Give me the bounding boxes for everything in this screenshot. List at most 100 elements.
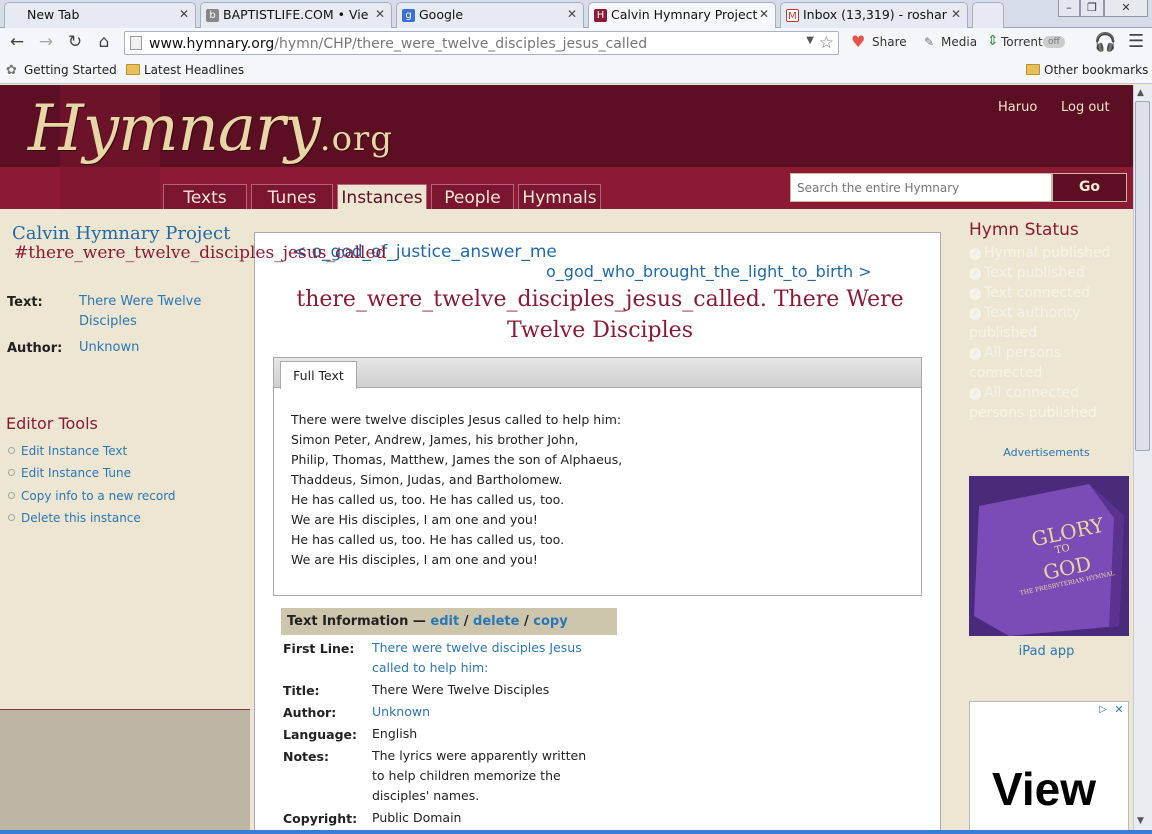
logout-link[interactable]: Log out: [1061, 100, 1110, 115]
torrent-button[interactable]: Torrent: [1001, 35, 1043, 49]
text-label: Text:: [7, 295, 43, 310]
status-label: Text published: [984, 265, 1085, 281]
edit-instance-text-link[interactable]: Edit Instance Text: [8, 444, 127, 458]
close-icon[interactable]: ✕: [375, 7, 385, 21]
logo-suffix: .org: [319, 119, 394, 159]
copy-info-link[interactable]: Copy info to a new record: [8, 489, 176, 503]
status-item: ✓ All connected persons published: [969, 383, 1129, 423]
menu-icon[interactable]: ☰: [1128, 31, 1144, 52]
scrollbar-thumb[interactable]: [1135, 101, 1150, 451]
browser-tab-gmail[interactable]: M Inbox (13,319) - roshar ✕: [780, 2, 968, 28]
lyric-line: He has called us, too. He has called us,…: [291, 492, 565, 507]
dropdown-arrow-icon[interactable]: ▼: [806, 35, 814, 46]
first-line-label: First Line:: [283, 641, 355, 656]
bookmark-getting-started[interactable]: ✿ Getting Started: [6, 63, 117, 78]
title-label: Title:: [283, 683, 320, 698]
media-button[interactable]: Media: [941, 35, 977, 49]
ipad-app-link[interactable]: iPad app: [969, 644, 1124, 659]
search-go-button[interactable]: Go: [1052, 173, 1127, 202]
lyric-line: Philip, Thomas, Matthew, James the son o…: [291, 452, 623, 467]
headphones-icon[interactable]: 🎧: [1094, 32, 1116, 53]
back-arrow-icon[interactable]: ←: [6, 32, 28, 52]
bookmark-latest-headlines[interactable]: Latest Headlines: [126, 63, 244, 77]
bookmark-star-icon[interactable]: ☆: [819, 33, 834, 53]
next-instance-link[interactable]: o_god_who_brought_the_light_to_birth >: [546, 262, 872, 281]
reload-icon[interactable]: ↻: [64, 32, 86, 52]
status-item: ✓ Hymnal published: [969, 243, 1129, 263]
torrent-toggle[interactable]: off: [1043, 36, 1065, 48]
info-edit-link[interactable]: edit: [430, 614, 459, 629]
advertisements-label: Advertisements: [1003, 446, 1090, 459]
site-logo[interactable]: Hymnary.org: [28, 92, 393, 166]
ad-info-icon[interactable]: ▷: [1096, 703, 1110, 717]
page-icon: [130, 36, 142, 50]
copyright-label: Copyright:: [283, 811, 358, 826]
tab-full-text[interactable]: Full Text: [280, 361, 357, 389]
user-link[interactable]: Haruo: [998, 100, 1037, 115]
maximize-icon[interactable]: ❐: [1080, 0, 1104, 17]
nav-tab-people[interactable]: People: [431, 184, 514, 209]
bookmark-other[interactable]: Other bookmarks: [1026, 63, 1148, 77]
status-item: ✓ Text published: [969, 263, 1129, 283]
info-copy-link[interactable]: copy: [533, 614, 567, 629]
separator: /: [523, 614, 529, 629]
close-icon[interactable]: ✕: [759, 7, 769, 21]
share-button[interactable]: Share: [872, 35, 907, 49]
info-heading: Text Information —: [287, 614, 426, 629]
browser-tab-new-tab[interactable]: New Tab ✕: [4, 2, 196, 28]
first-line-link[interactable]: There were twelve disciples Jesus called…: [372, 638, 607, 678]
gear-icon: ✿: [6, 63, 17, 78]
tab-strip: [274, 358, 921, 388]
browser-tab-baptistlife[interactable]: b BAPTISTLIFE.COM • Vie ✕: [200, 2, 392, 28]
status-label: All connected persons published: [969, 385, 1097, 421]
delete-instance-link[interactable]: Delete this instance: [8, 511, 141, 525]
lyric-line: We are His disciples, I am one and you!: [291, 552, 538, 567]
home-icon[interactable]: ⌂: [93, 32, 115, 52]
folder-icon: [126, 64, 140, 75]
lyric-line: Simon Peter, Andrew, James, his brother …: [291, 432, 579, 447]
hymnal-title-link[interactable]: Calvin Hymnary Project: [12, 223, 230, 244]
nav-tab-texts[interactable]: Texts: [163, 184, 247, 209]
page-title-line: Twelve Disciples: [507, 318, 693, 343]
hymnary-icon: H: [594, 9, 607, 22]
info-author-link[interactable]: Unknown: [372, 702, 607, 722]
info-author-label: Author:: [283, 705, 337, 720]
browser-tab-hymnary[interactable]: H Calvin Hymnary Project ✕: [588, 2, 776, 28]
minimize-icon[interactable]: –: [1058, 0, 1080, 17]
nav-tab-hymnals[interactable]: Hymnals: [518, 184, 601, 209]
book-cover-image: [969, 476, 1129, 636]
scroll-up-icon[interactable]: ▲: [1137, 88, 1144, 98]
window-close-icon[interactable]: ✕: [1104, 0, 1148, 17]
search-input[interactable]: [790, 173, 1052, 202]
editor-tools-title: Editor Tools: [6, 414, 98, 433]
check-icon: ✓: [969, 268, 981, 280]
gmail-icon: M: [786, 9, 799, 22]
ad-close-icon[interactable]: ✕: [1112, 703, 1126, 717]
close-icon[interactable]: ✕: [179, 7, 189, 21]
separator: /: [463, 614, 469, 629]
close-icon[interactable]: ✕: [567, 7, 577, 21]
author-value-link[interactable]: Unknown: [79, 338, 139, 358]
notes-label: Notes:: [283, 749, 329, 764]
language-label: Language:: [283, 727, 358, 742]
url-text: www.hymnary.org/hymn/CHP/there_were_twel…: [149, 36, 647, 52]
forward-arrow-icon[interactable]: →: [35, 32, 57, 52]
hymnal-book-ad[interactable]: GLORY TO GOD THE PRESBYTERIAN HYMNAL: [969, 476, 1129, 636]
close-icon[interactable]: ✕: [951, 7, 961, 21]
lyric-line: There were twelve disciples Jesus called…: [291, 412, 622, 427]
scroll-down-icon[interactable]: ▼: [1137, 816, 1144, 826]
text-value-link[interactable]: There Were Twelve Disciples: [79, 292, 229, 332]
nav-tab-tunes[interactable]: Tunes: [251, 184, 333, 209]
nav-tab-instances[interactable]: Instances: [337, 184, 427, 209]
text-information-header: Text Information — edit / delete / copy: [281, 608, 617, 635]
browser-tab-google[interactable]: g Google ✕: [396, 2, 584, 28]
edit-instance-tune-link[interactable]: Edit Instance Tune: [8, 466, 131, 480]
left-footer-block: [0, 709, 250, 834]
info-delete-link[interactable]: delete: [473, 614, 519, 629]
check-icon: ✓: [969, 308, 981, 320]
new-tab-button[interactable]: [972, 2, 1004, 28]
bookmark-label: Getting Started: [24, 63, 117, 77]
pdf-ad[interactable]: ▷ ✕ View: [969, 701, 1129, 834]
address-bar[interactable]: www.hymnary.org/hymn/CHP/there_were_twel…: [124, 31, 839, 55]
baptistlife-icon: b: [206, 9, 219, 22]
